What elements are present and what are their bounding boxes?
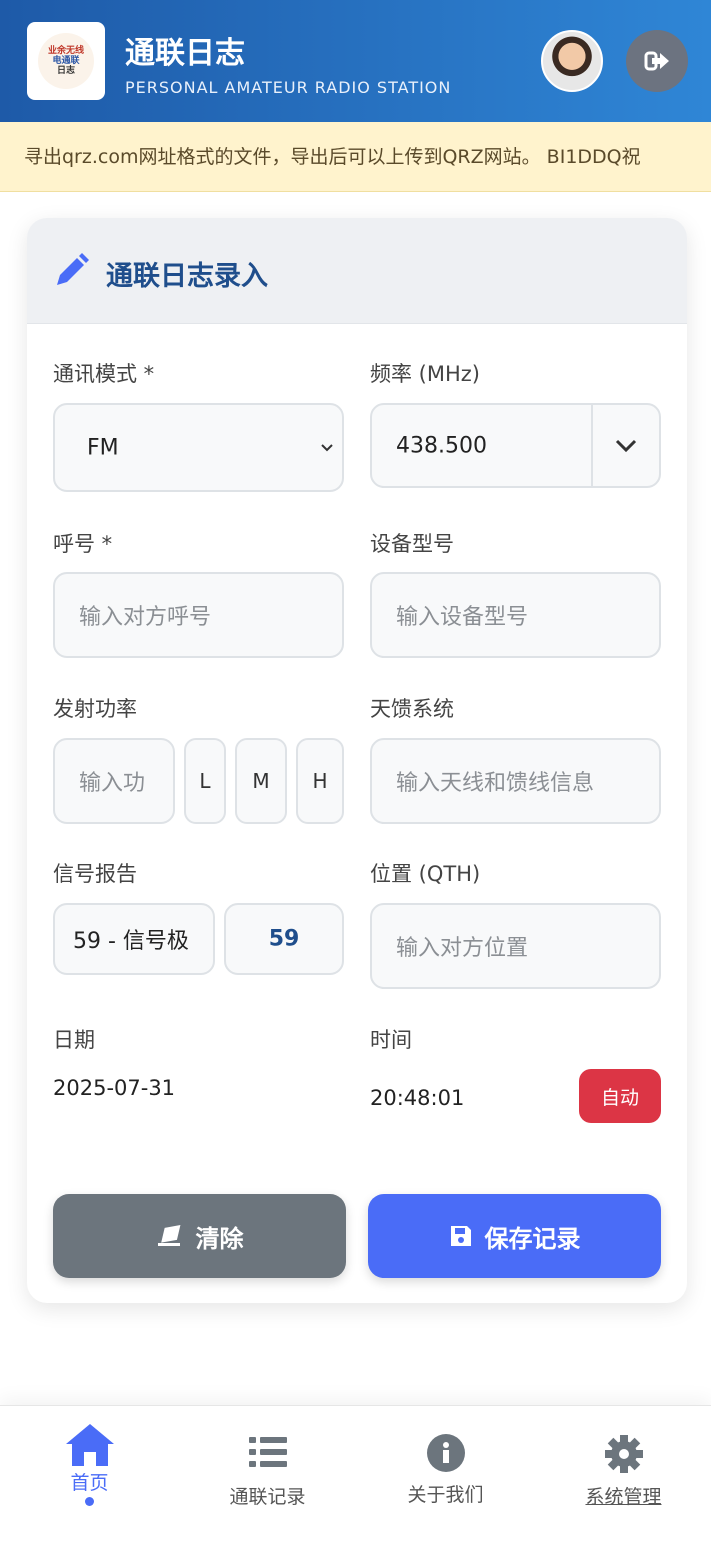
frequency-input[interactable]: 438.500	[370, 403, 661, 488]
power-high-button[interactable]: H	[296, 738, 344, 824]
qth-input[interactable]: 输入对方位置	[370, 903, 661, 989]
list-icon	[248, 1437, 287, 1467]
nav-admin[interactable]: 系统管理	[535, 1406, 711, 1541]
auto-time-button[interactable]: 自动	[579, 1069, 661, 1123]
frequency-label: 频率 (MHz)	[370, 362, 480, 386]
time-value[interactable]: 20:48:01	[370, 1086, 464, 1110]
save-label: 保存记录	[484, 1224, 581, 1253]
sign-out-icon	[644, 51, 669, 71]
eraser-icon	[157, 1225, 180, 1246]
power-label: 发射功率	[53, 697, 137, 721]
nav-about[interactable]: 关于我们	[357, 1406, 534, 1541]
app-subtitle: PERSONAL AMATEUR RADIO STATION	[125, 78, 452, 97]
power-medium-button[interactable]: M	[235, 738, 287, 824]
antenna-label: 天馈系统	[370, 697, 454, 721]
mode-select[interactable]: FM	[53, 403, 344, 492]
signal-label: 信号报告	[53, 862, 137, 886]
clear-button[interactable]: 清除	[53, 1194, 346, 1278]
announcement-ticker: 寻出qrz.com网址格式的文件，导出后可以上传到QRZ网站。 BI1DDQ祝	[0, 122, 711, 192]
bottom-nav: 首页 通联记录 关于我们 系统管理	[0, 1405, 711, 1541]
card-header: 通联日志录入	[27, 218, 687, 324]
app-logo: 业余无线 电通联 日志	[27, 22, 105, 100]
nav-home[interactable]: 首页	[1, 1406, 178, 1541]
log-entry-card: 通联日志录入 通讯模式 * FM 频率 (MHz) 438.500 呼号 * 输…	[27, 218, 687, 1303]
date-value[interactable]: 2025-07-31	[53, 1076, 175, 1100]
nav-records[interactable]: 通联记录	[179, 1406, 356, 1541]
user-avatar[interactable]	[541, 30, 603, 92]
device-label: 设备型号	[370, 532, 454, 556]
callsign-label: 呼号 *	[53, 532, 113, 556]
qth-label: 位置 (QTH)	[370, 862, 481, 886]
home-icon	[65, 1424, 114, 1466]
frequency-dropdown-button[interactable]	[591, 405, 659, 486]
device-input[interactable]: 输入设备型号	[370, 572, 661, 658]
ticker-text: 寻出qrz.com网址格式的文件，导出后可以上传到QRZ网站。 BI1DDQ祝	[24, 146, 641, 168]
floppy-disk-icon	[450, 1226, 471, 1246]
signal-value: 59	[224, 903, 344, 975]
save-button[interactable]: 保存记录	[368, 1194, 661, 1278]
card-title: 通联日志录入	[106, 261, 268, 292]
time-label: 时间	[370, 1028, 412, 1052]
power-low-button[interactable]: L	[184, 738, 226, 824]
chevron-down-icon	[615, 439, 637, 452]
signal-select[interactable]: 59 - 信号极	[53, 903, 215, 975]
gear-icon	[604, 1435, 643, 1473]
antenna-input[interactable]: 输入天线和馈线信息	[370, 738, 661, 824]
app-header: 业余无线 电通联 日志 通联日志 PERSONAL AMATEUR RADIO …	[0, 0, 711, 122]
active-indicator-dot	[85, 1497, 94, 1506]
app-title: 通联日志	[125, 36, 245, 71]
chevron-down-icon	[321, 444, 333, 452]
power-input[interactable]: 输入功	[53, 738, 175, 824]
info-circle-icon	[426, 1434, 465, 1472]
callsign-input[interactable]: 输入对方呼号	[53, 572, 344, 658]
pencil-icon	[57, 253, 89, 285]
mode-label: 通讯模式 *	[53, 362, 155, 386]
date-label: 日期	[53, 1028, 95, 1052]
logout-button[interactable]	[626, 30, 688, 92]
clear-label: 清除	[195, 1224, 244, 1253]
